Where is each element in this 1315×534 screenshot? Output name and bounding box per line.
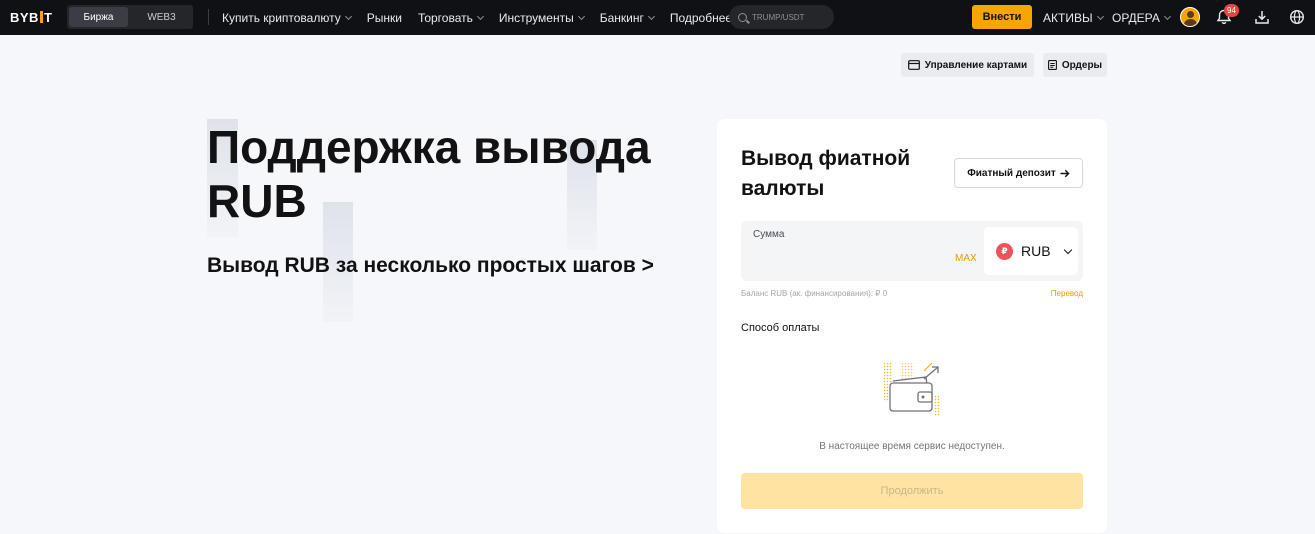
card-icon [907, 60, 920, 70]
page-subtitle-link[interactable]: Вывод RUB за несколько простых шагов > [207, 251, 697, 281]
logo-text-left: BYB [10, 10, 39, 25]
chevron-down-icon [476, 12, 484, 20]
continue-button[interactable]: Продолжить [741, 473, 1083, 509]
search-input[interactable]: TRUMP/USDT [729, 5, 834, 29]
chevron-down-icon [1096, 12, 1104, 20]
chevron-down-icon [344, 12, 352, 20]
chevron-down-icon [647, 12, 655, 20]
chevron-down-icon [577, 12, 585, 20]
logo-text-right: T [43, 10, 53, 25]
transfer-link[interactable]: Перевод [1051, 289, 1083, 298]
search-placeholder: TRUMP/USDT [752, 12, 805, 22]
empty-wallet-icon [884, 361, 940, 417]
globe-icon[interactable] [1289, 9, 1305, 25]
deposit-button[interactable]: Внести [972, 5, 1032, 29]
balance-text: Баланс RUB (ак. финансирования): ₽ 0 [741, 289, 888, 298]
notification-badge: 94 [1224, 4, 1239, 17]
chevron-down-icon [1163, 12, 1171, 20]
nav-item-markets[interactable]: Рынки [367, 11, 402, 25]
logo-bar [39, 11, 43, 23]
amount-input[interactable]: Сумма MAX ₽ RUB [741, 221, 1083, 281]
exchange-web3-switch: Биржа WEB3 [67, 5, 193, 29]
amount-label: Сумма [753, 229, 785, 240]
nav-item-trade[interactable]: Торговать [418, 11, 484, 25]
avatar[interactable] [1180, 7, 1200, 27]
card-title: Вывод фиатной валюты [741, 147, 911, 200]
service-unavailable-text: В настоящее время сервис недоступен. [819, 441, 1005, 452]
page-title: Поддержка вывода RUB [207, 121, 651, 227]
top-navigation-bar: BYB T Биржа WEB3 Купить криптовалюту Рынк… [0, 0, 1315, 35]
arrow-right-icon [1060, 169, 1070, 177]
main-nav: Купить криптовалюту Рынки Торговать Инст… [222, 0, 744, 35]
payment-method-label: Способ оплаты [741, 322, 820, 334]
max-button[interactable]: MAX [955, 253, 977, 264]
currency-value: RUB [1021, 243, 1051, 259]
assets-menu[interactable]: АКТИВЫ [1043, 0, 1104, 35]
switch-web3[interactable]: WEB3 [132, 7, 191, 27]
manage-cards-button[interactable]: Управление картами [901, 53, 1034, 77]
nav-divider [208, 9, 209, 25]
bybit-logo[interactable]: BYB T [10, 10, 52, 25]
document-icon [1047, 60, 1057, 70]
orders-button[interactable]: Ордеры [1043, 53, 1107, 77]
download-icon[interactable] [1254, 9, 1270, 25]
nav-item-tools[interactable]: Инструменты [499, 11, 585, 25]
chevron-down-icon [1063, 245, 1072, 254]
orders-menu[interactable]: ОРДЕРА [1112, 0, 1171, 35]
nav-item-banking[interactable]: Банкинг [600, 11, 655, 25]
fiat-deposit-button[interactable]: Фиатный депозит [954, 158, 1083, 188]
currency-select[interactable]: ₽ RUB [984, 227, 1078, 275]
ruble-icon: ₽ [996, 242, 1013, 260]
fiat-withdraw-card: Вывод фиатной валюты Фиатный депозит Сум… [717, 119, 1107, 533]
switch-exchange[interactable]: Биржа [69, 7, 128, 27]
nav-item-buy-crypto[interactable]: Купить криптовалюту [222, 11, 352, 25]
search-icon [738, 12, 747, 22]
